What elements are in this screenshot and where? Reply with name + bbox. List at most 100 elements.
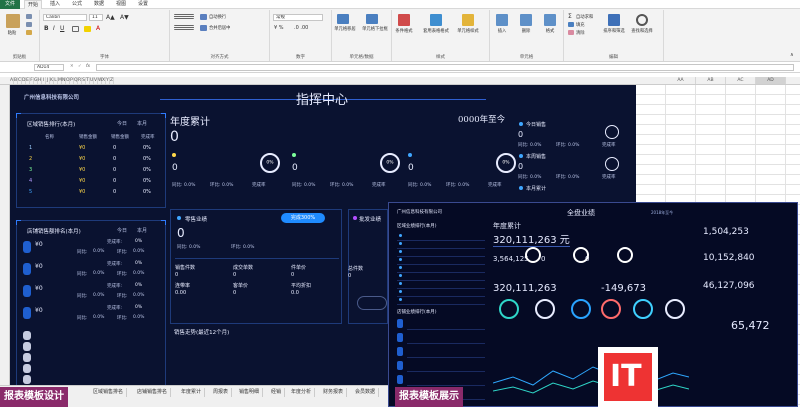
sheet-tab[interactable]: 周报表 — [210, 388, 233, 397]
shrink-font-icon[interactable]: A▼ — [120, 14, 129, 21]
decimal-icon[interactable]: .0 .00 — [294, 25, 308, 31]
column-header[interactable]: Z — [110, 77, 114, 84]
find-select-label[interactable]: 查找和选择 — [630, 28, 654, 34]
display-watermark: 报表模板展示 — [395, 387, 463, 407]
insert-function-icon[interactable]: fx — [86, 64, 90, 69]
fill-label[interactable]: 填充 — [576, 22, 585, 28]
sort-filter-icon[interactable] — [608, 14, 620, 26]
align-left-icon[interactable] — [174, 25, 194, 30]
column-header[interactable]: AB — [696, 77, 726, 84]
format-cells-icon[interactable] — [544, 14, 556, 26]
sheet-tab[interactable]: 年度分析 — [288, 388, 316, 397]
region-col-amount: 销售金额 — [79, 135, 97, 140]
format-painter-icon[interactable] — [26, 30, 32, 35]
fill-icon[interactable] — [568, 22, 574, 27]
bold-icon[interactable]: B — [44, 25, 49, 32]
format-cells-label[interactable]: 格式 — [542, 28, 558, 34]
divider — [175, 258, 339, 259]
group-label-styles: 样式 — [436, 55, 445, 60]
column-header[interactable]: AC — [726, 77, 756, 84]
store-value: ¥0 — [35, 285, 43, 292]
insert-cells-label[interactable]: 插入 — [494, 28, 510, 34]
cell-dropdown-icon[interactable] — [366, 14, 378, 24]
conditional-format-icon[interactable] — [398, 14, 410, 26]
sheet-tab[interactable]: 店铺销售排名 — [134, 388, 172, 397]
store-mom-label: 环比: — [117, 294, 128, 299]
autosum-icon[interactable]: Σ — [568, 13, 572, 20]
cell-style-icon[interactable] — [462, 14, 474, 26]
conditional-format-label[interactable]: 条件格式 — [392, 28, 416, 34]
completion-button[interactable]: 完成300% — [281, 213, 325, 223]
period-month[interactable]: 本月 — [137, 227, 147, 234]
align-top-icon[interactable] — [174, 14, 194, 19]
find-select-icon[interactable] — [636, 14, 648, 26]
inset-small-value: 3,564,125 — [493, 255, 529, 263]
italic-icon[interactable]: I — [53, 25, 55, 32]
font-size-select[interactable]: 11 — [89, 14, 103, 21]
table-format-label[interactable]: 套用表格格式 — [422, 28, 450, 34]
delete-cells-label[interactable]: 删除 — [518, 28, 534, 34]
grow-font-icon[interactable]: A▲ — [106, 14, 115, 21]
tab-view[interactable]: 视图 — [112, 0, 130, 9]
column-header[interactable]: AD — [756, 77, 786, 84]
merge-center-icon[interactable] — [200, 25, 207, 31]
inset-row-divider — [397, 296, 485, 297]
sheet-tab[interactable]: 区域销售排名 — [90, 388, 128, 397]
year-range: 0000年至今 — [458, 115, 506, 125]
sheet-tab[interactable]: 财务报表 — [320, 388, 348, 397]
font-name-select[interactable]: Calibri — [43, 14, 87, 21]
formula-input[interactable] — [96, 64, 794, 71]
sort-filter-label[interactable]: 排序和筛选 — [602, 28, 626, 34]
region-amount2: 0 — [113, 145, 117, 151]
table-format-icon[interactable] — [430, 14, 442, 26]
delete-cells-icon[interactable] — [520, 14, 532, 26]
cell-style-label[interactable]: 单元格样式 — [454, 28, 482, 34]
tab-insert[interactable]: 插入 — [46, 0, 64, 9]
copy-icon[interactable] — [26, 22, 32, 27]
panel-corner — [161, 113, 166, 118]
wrap-text-icon[interactable] — [200, 14, 207, 20]
cut-icon[interactable] — [26, 14, 32, 19]
wholesale-toggle[interactable] — [357, 296, 387, 310]
clear-label[interactable]: 清除 — [576, 30, 585, 36]
border-icon[interactable] — [72, 26, 79, 32]
confirm-formula-icon[interactable]: ✓ — [78, 64, 82, 69]
autosum-label[interactable]: 自动求和 — [576, 14, 593, 20]
clear-icon[interactable] — [568, 30, 574, 35]
collapse-ribbon-icon[interactable]: ∧ — [790, 52, 794, 58]
merge-center-label[interactable]: 合并后居中 — [209, 25, 230, 31]
column-header[interactable]: AA — [666, 77, 696, 84]
sheet-tab[interactable]: 销售明细 — [236, 388, 264, 397]
stat-value: 0 — [175, 272, 179, 278]
currency-icon[interactable]: ¥ % — [274, 25, 284, 31]
number-format-select[interactable]: 常规 — [273, 14, 323, 21]
metric-rate-label: 完成率 — [252, 183, 266, 188]
cell-dropdown-label[interactable]: 单元格下拉框 — [360, 26, 390, 32]
tab-formula[interactable]: 公式 — [68, 0, 86, 9]
retail-title: 零售业绩 — [185, 217, 208, 223]
name-box[interactable]: AD14 — [34, 64, 64, 71]
underline-icon[interactable]: U — [60, 25, 64, 32]
sheet-tab[interactable]: 经销 — [268, 388, 286, 397]
tab-settings[interactable]: 设置 — [134, 0, 152, 9]
period-month[interactable]: 本月 — [137, 120, 147, 127]
region-rank-panel: 区域销售排行(本月) 今日 本月 名称 销售金额 销售金额 完成率 1 ¥0 0… — [16, 113, 166, 208]
cell-move-label[interactable]: 单元格移居 — [333, 26, 357, 32]
tab-file[interactable]: 文件 — [0, 0, 20, 9]
font-color-icon[interactable]: A — [96, 25, 100, 32]
fill-color-icon[interactable] — [84, 26, 91, 32]
period-today[interactable]: 今日 — [117, 227, 127, 234]
cancel-formula-icon[interactable]: ✕ — [70, 64, 74, 69]
wrap-text-label[interactable]: 自动换行 — [209, 14, 226, 20]
tab-home[interactable]: 开始 — [24, 0, 42, 9]
paste-icon[interactable] — [6, 14, 20, 28]
tab-data[interactable]: 数据 — [90, 0, 108, 9]
sheet-tab[interactable]: 年度累计 — [178, 388, 206, 397]
store-yoy: 0.0% — [93, 293, 105, 298]
region-amount2: 0 — [113, 189, 117, 195]
right-list-value: 0 — [518, 162, 524, 171]
cell-move-icon[interactable] — [337, 14, 349, 24]
insert-cells-icon[interactable] — [496, 14, 508, 26]
sheet-tab[interactable]: 会员数据 — [352, 388, 380, 397]
period-today[interactable]: 今日 — [117, 120, 127, 127]
